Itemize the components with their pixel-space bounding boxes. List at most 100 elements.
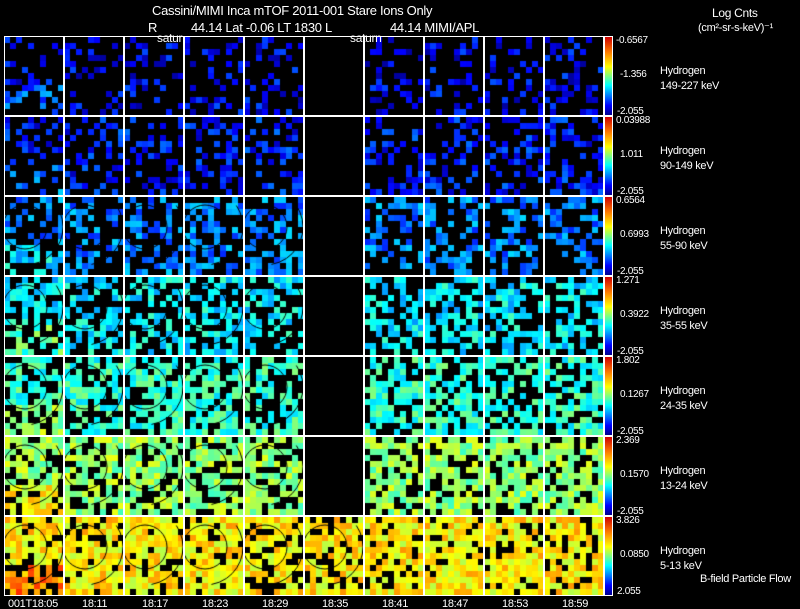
heatmap-cells (185, 117, 243, 195)
heatmap-panel (184, 356, 244, 436)
heatmap-panel (424, 516, 484, 596)
heatmap-cells (185, 37, 243, 115)
colorbar-mid-label: 0.6993 (620, 229, 649, 240)
heatmap-cells (5, 277, 63, 355)
heatmap-cells (125, 517, 183, 595)
heatmap-cells (245, 517, 303, 595)
heatmap-panel (364, 356, 424, 436)
heatmap-panel (364, 196, 424, 276)
heatmap-cells (365, 517, 423, 595)
heatmap-panel (64, 436, 124, 516)
heatmap-panel (64, 116, 124, 196)
heatmap-panel (424, 36, 484, 116)
heatmap-panel (64, 196, 124, 276)
heatmap-cells (545, 437, 603, 515)
heatmap-panel (124, 196, 184, 276)
heatmap-panel (544, 116, 604, 196)
heatmap-panel (484, 356, 544, 436)
heatmap-cells (365, 37, 423, 115)
x-tick-label: 001T18:05 (8, 598, 58, 609)
subtitle-source: 44.14 MIMI/APL (390, 20, 480, 35)
x-tick-label: 18:47 (442, 598, 469, 609)
heatmap-cells (365, 117, 423, 195)
heatmap-cells (305, 277, 363, 355)
saturn-label-mid: saturn (350, 31, 382, 45)
heatmap-panel (184, 196, 244, 276)
colorbar-max-label: 0.03988 (616, 115, 651, 126)
heatmap-cells (425, 117, 483, 195)
heatmap-panel (4, 356, 64, 436)
heatmap-cells (5, 517, 63, 595)
energy-label: 90-149 keV (660, 160, 714, 172)
heatmap-panel (244, 276, 304, 356)
x-tick-label: 18:41 (382, 598, 409, 609)
colorbar-mid-label: 1.011 (620, 149, 643, 160)
heatmap-panel (64, 36, 124, 116)
heatmap-panel (364, 436, 424, 516)
heatmap-cells (125, 37, 183, 115)
heatmap-panel (304, 116, 364, 196)
colorbar-max-label: -0.6567 (616, 35, 648, 46)
heatmap-cells (185, 197, 243, 275)
x-tick-label: 18:11 (82, 598, 108, 609)
subtitle-position: 44.14 Lat -0.06 LT 1830 L (191, 20, 332, 35)
heatmap-panel (64, 276, 124, 356)
heatmap-cells (5, 357, 63, 435)
colorbar-max-label: 2.369 (616, 435, 640, 446)
heatmap-cells (365, 357, 423, 435)
heatmap-panel (304, 436, 364, 516)
inca-plot: Cassini/MIMI Inca mTOF 2011-001 Stare Io… (0, 0, 800, 609)
energy-label: 149-227 keV (660, 80, 720, 92)
heatmap-cells (5, 37, 63, 115)
heatmap-cells (245, 197, 303, 275)
heatmap-panel (244, 516, 304, 596)
x-tick-label: 18:59 (562, 598, 589, 609)
heatmap-cells (185, 517, 243, 595)
heatmap-cells (425, 437, 483, 515)
heatmap-panel (544, 516, 604, 596)
heatmap-panel (544, 36, 604, 116)
heatmap-panel (4, 116, 64, 196)
heatmap-cells (185, 357, 243, 435)
heatmap-cells (365, 197, 423, 275)
heatmap-cells (5, 437, 63, 515)
heatmap-panel (424, 276, 484, 356)
heatmap-panel (64, 516, 124, 596)
heatmap-cells (65, 197, 123, 275)
heatmap-cells (485, 277, 543, 355)
heatmap-panel (364, 276, 424, 356)
heatmap-panel (244, 36, 304, 116)
x-tick-label: 18:17 (142, 598, 169, 609)
colorbar (604, 356, 613, 436)
colorbar (604, 436, 613, 516)
heatmap-cells (65, 117, 123, 195)
heatmap-cells (5, 197, 63, 275)
colorbar-mid-label: -1.356 (620, 69, 647, 80)
heatmap-panel (304, 196, 364, 276)
heatmap-cells (365, 437, 423, 515)
heatmap-panel (4, 276, 64, 356)
energy-label: 35-55 keV (660, 320, 708, 332)
subtitle-r: R (148, 20, 158, 35)
colorbar-mid-label: 0.3922 (620, 309, 649, 320)
heatmap-cells (305, 357, 363, 435)
heatmap-panel (4, 36, 64, 116)
heatmap-panel (484, 436, 544, 516)
heatmap-panel (4, 436, 64, 516)
energy-label: 55-90 keV (660, 240, 708, 252)
heatmap-panel (544, 276, 604, 356)
heatmap-cells (185, 277, 243, 355)
heatmap-cells (545, 37, 603, 115)
colorbar-max-label: 0.6564 (616, 195, 645, 206)
x-tick-label: 18:23 (202, 598, 229, 609)
heatmap-panel (304, 36, 364, 116)
heatmap-cells (485, 517, 543, 595)
species-label: Hydrogen (660, 145, 706, 157)
species-label: Hydrogen (660, 225, 706, 237)
heatmap-cells (305, 37, 363, 115)
species-label: Hydrogen (660, 545, 706, 557)
heatmap-cells (305, 117, 363, 195)
species-label: Hydrogen (660, 465, 706, 477)
heatmap-panel (244, 356, 304, 436)
units-line1: Log Cnts (712, 6, 758, 20)
